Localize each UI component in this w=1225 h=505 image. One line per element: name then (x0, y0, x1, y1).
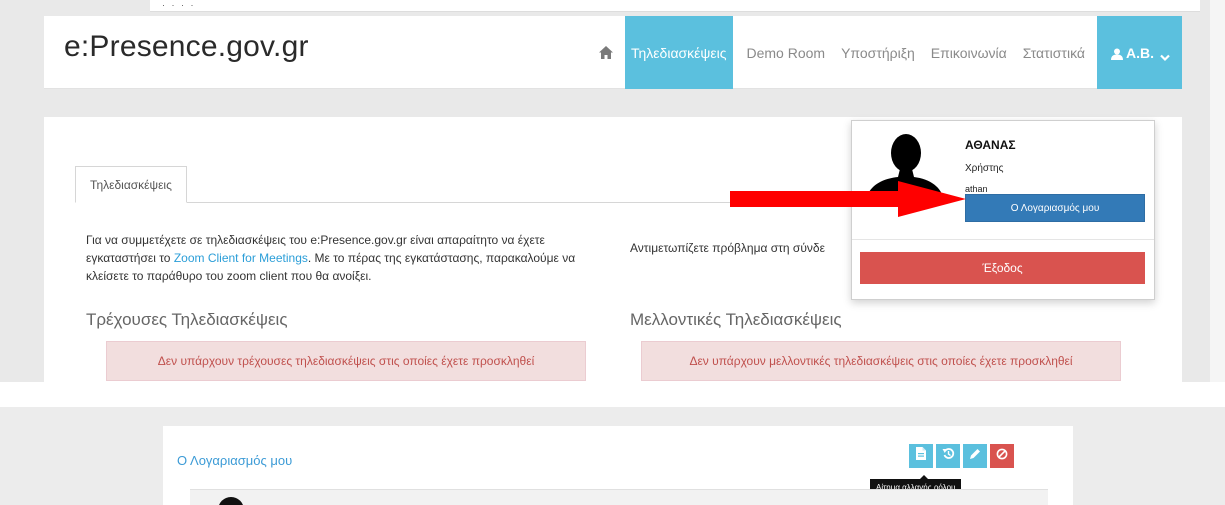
nav-item-statistics[interactable]: Στατιστικά (1013, 16, 1091, 89)
connection-problem-text: Αντιμετωπίζετε πρόβλημα στη σύνδε (630, 241, 825, 255)
logout-button[interactable]: Έξοδος (860, 252, 1145, 284)
undo-icon (942, 447, 955, 465)
brand-logo[interactable]: e:Presence.gov.gr (64, 30, 309, 64)
history-button[interactable] (936, 444, 960, 468)
pencil-icon (969, 447, 981, 465)
nav-item-contact[interactable]: Επικοινωνία (921, 16, 1013, 89)
nav-item-teleconferences[interactable]: Τηλεδιασκέψεις (624, 16, 733, 89)
browser-strip: · · · · (150, 0, 1200, 12)
intro-text: Για να συμμετέχετε σε τηλεδιασκέψεις του… (86, 231, 606, 285)
zoom-client-link[interactable]: Zoom Client for Meetings (174, 251, 308, 265)
navbar: e:Presence.gov.gr Τηλεδιασκέψεις Demo Ro… (44, 16, 1182, 89)
dropdown-divider (852, 239, 1154, 240)
chevron-down-icon (1160, 49, 1170, 61)
user-name: ΑΘΑΝΑΣ (965, 138, 1016, 152)
user-email: athan (965, 184, 988, 194)
account-actions (909, 444, 1014, 468)
nav-menu: Τηλεδιασκέψεις Demo Room Υποστήριξη Επικ… (587, 16, 1182, 89)
screenshot-account: Ο Λογαριασμός μου Αίτημα αλλαγής ρόλου (0, 407, 1225, 505)
ban-icon (996, 447, 1008, 465)
nav-home[interactable] (587, 16, 625, 89)
user-menu-label: A.B. (1126, 44, 1154, 61)
delete-button[interactable] (990, 444, 1014, 468)
tab-teleconferences[interactable]: Τηλεδιασκέψεις (75, 166, 187, 203)
nav-item-support[interactable]: Υποστήριξη (831, 16, 921, 89)
account-details-strip (190, 489, 1048, 505)
current-conferences-alert: Δεν υπάρχουν τρέχουσες τηλεδιασκέψεις στ… (106, 341, 586, 381)
user-menu-toggle[interactable]: A.B. (1097, 16, 1182, 89)
my-account-button[interactable]: Ο Λογαριασμός μου (965, 194, 1145, 222)
home-icon (598, 46, 613, 59)
future-conferences-title: Μελλοντικές Τηλεδιασκέψεις (630, 310, 842, 329)
nav-item-demo-room[interactable]: Demo Room (733, 16, 832, 89)
future-conferences-alert: Δεν υπάρχουν μελλοντικές τηλεδιασκέψεις … (641, 341, 1121, 381)
strip-marks: · · · · (162, 0, 196, 10)
screenshot-dashboard: · · · · e:Presence.gov.gr Τηλεδιασκέψεις… (0, 0, 1225, 382)
user-role: Χρήστης (965, 163, 1004, 174)
account-panel-title: Ο Λογαριασμός μου (177, 453, 293, 468)
user-icon (1111, 47, 1123, 60)
current-conferences-title: Τρέχουσες Τηλεδιασκέψεις (86, 310, 288, 329)
red-arrow-annotation (730, 181, 966, 217)
file-icon (915, 447, 927, 465)
role-request-button[interactable] (909, 444, 933, 468)
edit-button[interactable] (963, 444, 987, 468)
page-scrollbar[interactable] (1210, 0, 1225, 382)
